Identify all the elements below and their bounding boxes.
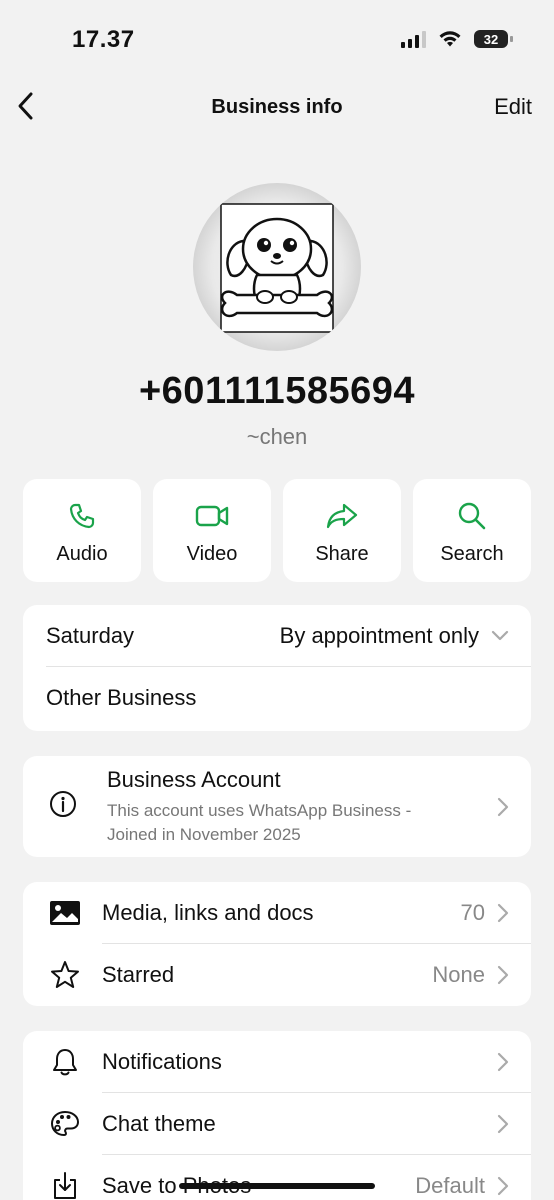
video-call-button[interactable]: Video: [153, 479, 271, 582]
star-icon: [51, 961, 79, 988]
media-card: Media, links and docs 70 Starred None: [23, 882, 531, 1006]
starred-row[interactable]: Starred None: [23, 944, 531, 1006]
business-category: Other Business: [46, 685, 197, 710]
business-hours-card: Saturday By appointment only Other Busin…: [23, 605, 531, 731]
chevron-down-icon: [491, 630, 509, 641]
media-count: 70: [460, 900, 485, 925]
starred-value: None: [432, 962, 485, 987]
home-indicator[interactable]: [179, 1183, 375, 1189]
wifi-icon: [439, 31, 461, 47]
chevron-right-icon: [497, 965, 509, 985]
media-label: Media, links and docs: [102, 900, 314, 925]
hours-day: Saturday: [46, 623, 135, 648]
info-icon: [50, 791, 76, 817]
business-account-card[interactable]: Business Account This account uses Whats…: [23, 756, 531, 857]
chat-theme-label: Chat theme: [102, 1111, 216, 1136]
search-label: Search: [440, 543, 504, 565]
status-time: 17.37: [72, 26, 135, 53]
bell-icon: [53, 1049, 77, 1076]
chevron-right-icon: [497, 1114, 509, 1134]
puppy-bone-illustration: [220, 203, 334, 333]
palette-icon: [51, 1111, 79, 1136]
quick-actions: Audio Video Share Search: [23, 479, 531, 582]
contact-phone-number: +601111585694: [138, 370, 415, 412]
edit-button[interactable]: Edit: [494, 94, 532, 120]
share-button[interactable]: Share: [283, 479, 401, 582]
business-category-row: Other Business: [23, 667, 531, 729]
share-icon: [326, 503, 358, 529]
phone-icon: [69, 503, 95, 529]
save-to-photos-row[interactable]: Save to Photos Default: [23, 1155, 531, 1200]
search-icon: [458, 502, 486, 530]
hours-value: By appointment only: [279, 623, 479, 648]
business-hours-row[interactable]: Saturday By appointment only: [23, 605, 531, 667]
chevron-right-icon: [497, 1176, 509, 1196]
chevron-right-icon: [497, 903, 509, 923]
status-bar: 17.37 32: [0, 0, 554, 80]
battery-level: 32: [483, 31, 499, 47]
chevron-right-icon: [497, 1052, 509, 1072]
business-info-screen: 17.37 32 Business info Edit +60111158569…: [0, 0, 554, 1200]
cellular-signal-icon: [401, 30, 426, 48]
battery-icon: 32: [474, 30, 513, 48]
status-icons: 32: [401, 30, 513, 48]
media-links-docs-row[interactable]: Media, links and docs 70: [23, 882, 531, 944]
starred-label: Starred: [102, 962, 175, 987]
business-account-title: Business Account: [107, 766, 281, 792]
share-label: Share: [315, 543, 369, 565]
video-icon: [195, 505, 229, 527]
profile-avatar[interactable]: [193, 183, 361, 351]
notifications-label: Notifications: [102, 1049, 222, 1074]
notifications-row[interactable]: Notifications: [23, 1031, 531, 1093]
download-icon: [54, 1172, 76, 1199]
save-to-photos-value: Default: [415, 1173, 485, 1198]
search-button[interactable]: Search: [413, 479, 531, 582]
image-icon: [50, 901, 80, 925]
contact-push-name: ~chen: [246, 424, 308, 449]
business-account-description: This account uses WhatsApp Business - Jo…: [107, 800, 412, 844]
navigation-bar: Business info Edit: [0, 80, 554, 136]
page-title: Business info: [211, 96, 343, 118]
chevron-right-icon: [497, 797, 509, 816]
audio-call-button[interactable]: Audio: [23, 479, 141, 582]
video-label: Video: [186, 543, 238, 565]
settings-card: Notifications Chat theme Save to Photos …: [23, 1031, 531, 1200]
audio-label: Audio: [56, 543, 108, 565]
chat-theme-row[interactable]: Chat theme: [23, 1093, 531, 1155]
